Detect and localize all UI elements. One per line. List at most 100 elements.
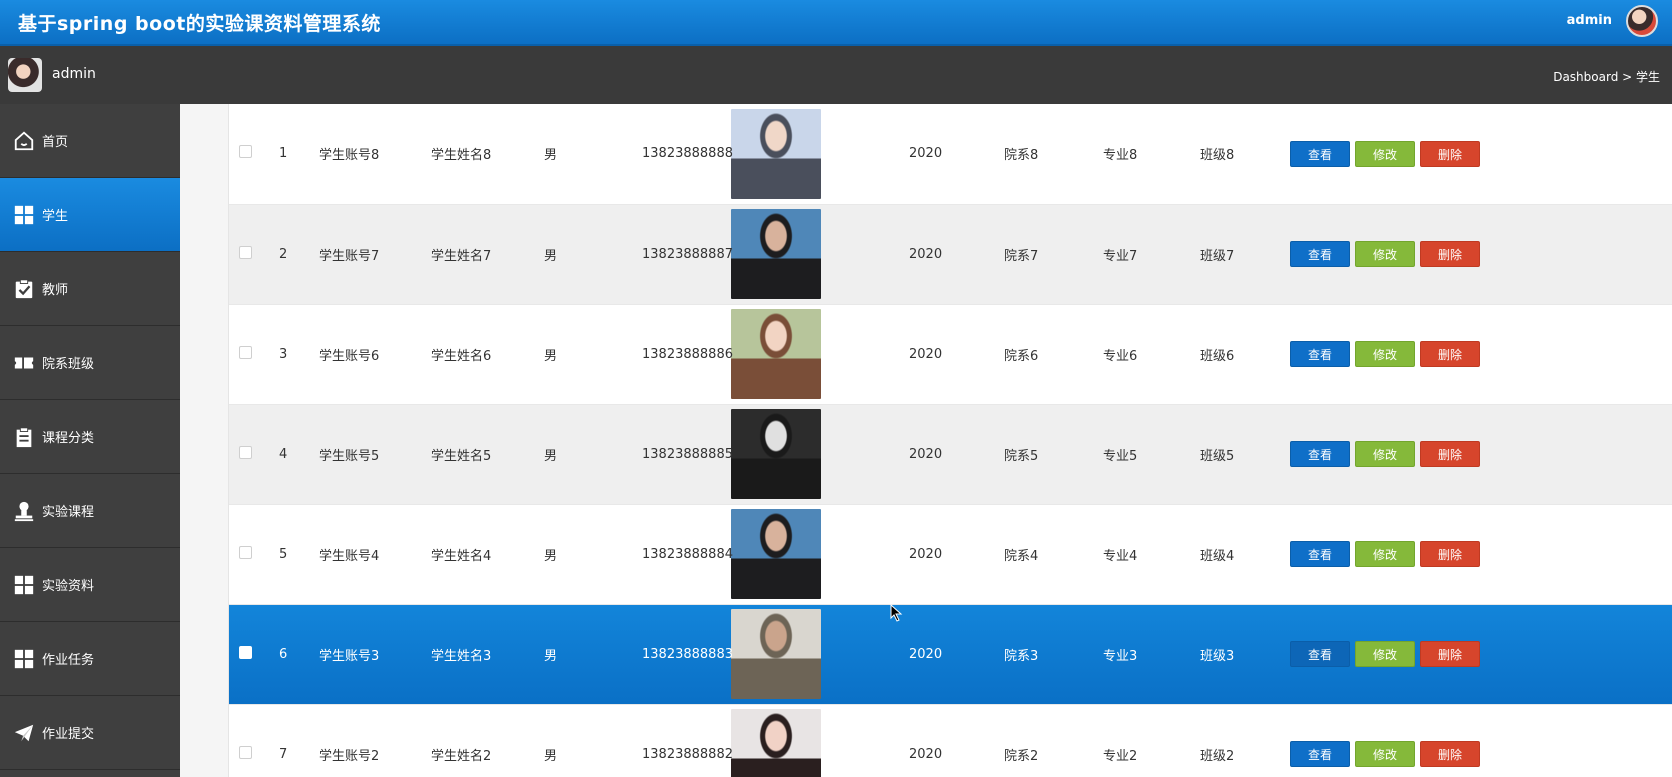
- header-username[interactable]: admin: [1567, 13, 1612, 28]
- sidebar-item[interactable]: 实验资料: [0, 548, 180, 622]
- sidebar-item[interactable]: 教师: [0, 252, 180, 326]
- table-row[interactable]: 4 学生账号5 学生姓名5 男 13823888885 2020 院系5 专业5 班级5 查看 修改…: [229, 404, 1672, 505]
- view-button[interactable]: 查看: [1290, 741, 1350, 767]
- student-name: 学生姓名5: [421, 404, 529, 505]
- edit-button[interactable]: 修改: [1355, 441, 1415, 467]
- sidebar-item-label: 实验课程: [42, 505, 95, 520]
- student-photo: [731, 509, 821, 599]
- row-checkbox[interactable]: [239, 145, 252, 159]
- row-number: 5: [269, 504, 319, 605]
- row-actions: 查看 修改 删除: [1247, 604, 1672, 705]
- table-row[interactable]: 5 学生账号4 学生姓名4 男 13823888884 2020 院系4 专业4 班级4 查看 修改…: [229, 504, 1672, 605]
- student-class: 班级8: [1145, 104, 1247, 205]
- student-account: 学生账号4: [319, 504, 421, 605]
- student-year: 2020: [839, 204, 942, 305]
- student-account: 学生账号6: [319, 304, 421, 405]
- edit-button[interactable]: 修改: [1355, 241, 1415, 267]
- student-major: 专业6: [1043, 304, 1145, 405]
- view-button[interactable]: 查看: [1290, 140, 1350, 167]
- student-department: 院系7: [939, 204, 1043, 305]
- view-button[interactable]: 查看: [1290, 241, 1350, 267]
- view-button[interactable]: 查看: [1290, 541, 1350, 567]
- table-row[interactable]: 1 学生账号8 学生姓名8 男 13823888888 2020 院系8 专业8 班级8 查看 修改…: [229, 104, 1672, 205]
- student-major: 专业5: [1043, 404, 1145, 505]
- view-button[interactable]: 查看: [1290, 641, 1350, 667]
- row-checkbox-cell: [229, 104, 269, 205]
- breadcrumb: Dashboard > 学生: [1553, 70, 1660, 84]
- document-icon: [12, 425, 36, 449]
- student-photo-cell: [731, 304, 839, 405]
- sidebar-username: admin: [52, 66, 96, 82]
- student-department: 院系3: [939, 604, 1043, 705]
- student-year: 2020: [839, 104, 942, 205]
- view-button[interactable]: 查看: [1290, 341, 1350, 367]
- user-avatar: [8, 58, 42, 92]
- sidebar-item-label: 课程分类: [42, 431, 95, 446]
- student-name: 学生姓名2: [421, 704, 529, 777]
- row-actions: 查看 修改 删除: [1247, 704, 1672, 777]
- student-photo: [731, 108, 821, 199]
- row-actions: 查看 修改 删除: [1247, 204, 1672, 305]
- sidebar-item[interactable]: 院系班级: [0, 326, 180, 400]
- student-phone: 13823888888: [627, 104, 733, 205]
- main-content: 1 学生账号8 学生姓名8 男 13823888888 2020 院系8 专业8 班级8 查看 修改…: [180, 104, 1672, 777]
- send-icon: [12, 721, 36, 745]
- edit-button[interactable]: 修改: [1355, 741, 1415, 767]
- row-actions: 查看 修改 删除: [1247, 504, 1672, 605]
- row-checkbox-cell: [229, 304, 269, 405]
- row-checkbox[interactable]: [239, 445, 252, 459]
- sidebar-item[interactable]: 作业提交: [0, 696, 180, 770]
- grid-icon: [12, 647, 36, 671]
- sidebar-item[interactable]: 实验课程: [0, 474, 180, 548]
- table-row[interactable]: 3 学生账号6 学生姓名6 男 13823888886 2020 院系6 专业6 班级6 查看 修改…: [229, 304, 1672, 405]
- delete-button[interactable]: 删除: [1420, 140, 1480, 167]
- sidebar-item[interactable]: 课程分类: [0, 400, 180, 474]
- sidebar-item[interactable]: 作业任务: [0, 622, 180, 696]
- student-gender: 男: [529, 604, 627, 705]
- delete-button[interactable]: 删除: [1420, 641, 1480, 667]
- row-checkbox[interactable]: [239, 645, 252, 659]
- row-checkbox[interactable]: [239, 245, 252, 259]
- delete-button[interactable]: 删除: [1420, 541, 1480, 567]
- student-phone: 13823888882: [627, 704, 733, 777]
- row-checkbox[interactable]: [239, 345, 252, 359]
- student-year: 2020: [839, 604, 942, 705]
- row-checkbox-cell: [229, 204, 269, 305]
- table-row[interactable]: 7 学生账号2 学生姓名2 男 13823888882 2020 院系2 专业2 班级2 查看 修改…: [229, 704, 1672, 777]
- student-table-container: 1 学生账号8 学生姓名8 男 13823888888 2020 院系8 专业8 班级8 查看 修改…: [228, 104, 1672, 777]
- student-photo-cell: [731, 604, 839, 705]
- sidebar-item[interactable]: 首页: [0, 104, 180, 178]
- student-year: 2020: [839, 304, 942, 405]
- student-class: 班级4: [1145, 504, 1247, 605]
- student-class: 班级2: [1145, 704, 1247, 777]
- student-class: 班级5: [1145, 404, 1247, 505]
- student-department: 院系4: [939, 504, 1043, 605]
- row-actions: 查看 修改 删除: [1247, 304, 1672, 405]
- top-header: 基于spring boot的实验课资料管理系统 admin: [0, 0, 1672, 46]
- row-checkbox[interactable]: [239, 745, 252, 759]
- delete-button[interactable]: 删除: [1420, 741, 1480, 767]
- edit-button[interactable]: 修改: [1355, 341, 1415, 367]
- table-row[interactable]: 2 学生账号7 学生姓名7 男 13823888887 2020 院系7 专业7 班级7 查看 修改…: [229, 204, 1672, 305]
- table-row[interactable]: 6 学生账号3 学生姓名3 男 13823888883 2020 院系3 专业3 班级3 查看 修改…: [229, 604, 1672, 705]
- delete-button[interactable]: 删除: [1420, 441, 1480, 467]
- edit-button[interactable]: 修改: [1355, 641, 1415, 667]
- row-checkbox[interactable]: [239, 545, 252, 559]
- sidebar-item[interactable]: 学生: [0, 178, 180, 252]
- header-avatar[interactable]: [1626, 5, 1658, 37]
- edit-button[interactable]: 修改: [1355, 140, 1415, 167]
- row-number: 1: [269, 104, 319, 205]
- delete-button[interactable]: 删除: [1420, 241, 1480, 267]
- student-name: 学生姓名7: [421, 204, 529, 305]
- student-year: 2020: [839, 404, 942, 505]
- student-department: 院系5: [939, 404, 1043, 505]
- grid-icon: [12, 203, 36, 227]
- view-button[interactable]: 查看: [1290, 441, 1350, 467]
- student-photo: [731, 609, 821, 699]
- sidebar-item-label: 学生: [42, 209, 69, 224]
- student-photo: [731, 709, 821, 777]
- edit-button[interactable]: 修改: [1355, 541, 1415, 567]
- student-table: 1 学生账号8 学生姓名8 男 13823888888 2020 院系8 专业8 班级8 查看 修改…: [229, 104, 1672, 777]
- student-photo-cell: [731, 104, 839, 205]
- delete-button[interactable]: 删除: [1420, 341, 1480, 367]
